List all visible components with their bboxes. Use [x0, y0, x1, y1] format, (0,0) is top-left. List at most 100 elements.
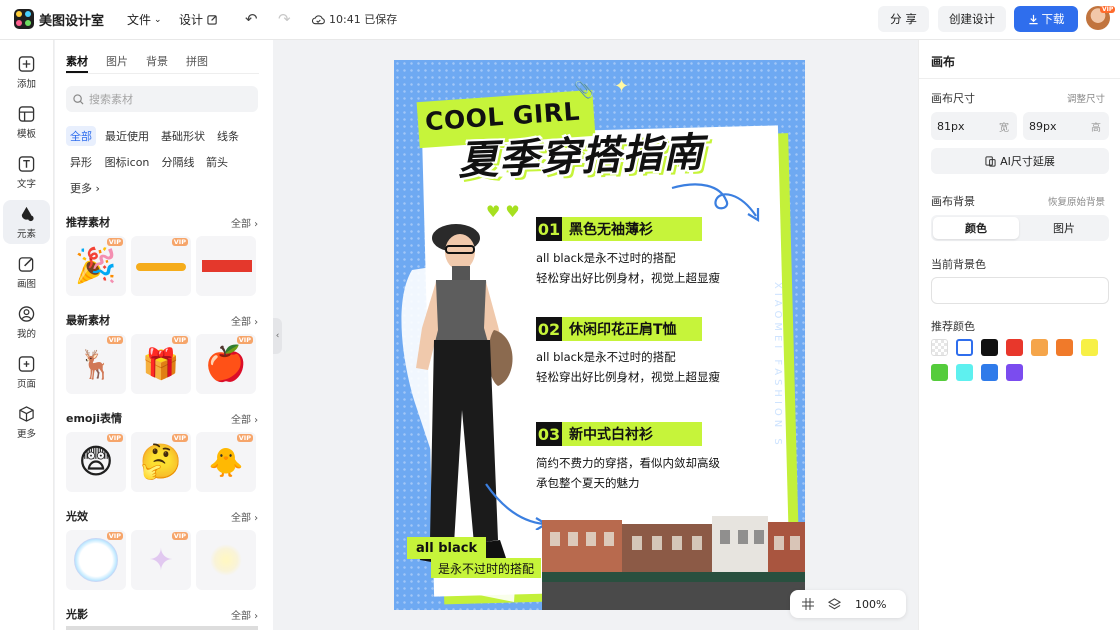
nav-label: 更多 — [16, 428, 36, 440]
bg-type-toggle: 颜色 图片 — [931, 215, 1109, 241]
section-all-link[interactable]: 全部 › — [231, 313, 258, 328]
swatch-transparent[interactable] — [931, 339, 948, 356]
template-icon — [18, 105, 35, 122]
share-button[interactable]: 分 享 — [878, 6, 929, 32]
chip-arrow[interactable]: 箭头 — [203, 152, 231, 172]
vertical-brand-text: XIAOMEI FASHION S — [772, 282, 783, 449]
material-thumb-thinking-emoji[interactable]: 🤔 VIP — [131, 432, 191, 492]
chip-basic-shape[interactable]: 基础形状 — [158, 126, 208, 146]
material-thumb-bubble[interactable]: VIP — [66, 530, 126, 590]
tab-collage[interactable]: 拼图 — [186, 53, 208, 69]
swatch-blue[interactable] — [981, 364, 998, 381]
chip-more-label: 更多 — [70, 182, 93, 195]
swatch-white[interactable] — [956, 339, 973, 356]
search-input[interactable]: 搜索素材 — [66, 86, 258, 112]
adjust-size-link[interactable]: 调整尺寸 — [1067, 91, 1105, 105]
swatch-red[interactable] — [1006, 339, 1023, 356]
app-logo[interactable]: 美图设计室 — [14, 9, 104, 29]
item-body[interactable]: 简约不费力的穿搭，看似内敛却高级 承包整个夏天的魅力 — [536, 453, 720, 493]
item-body[interactable]: all black是永不过时的搭配 轻松穿出好比例身材，视觉上超显瘦 — [536, 347, 720, 387]
layers-icon[interactable] — [828, 597, 841, 611]
nav-add[interactable]: 添加 — [3, 50, 50, 94]
section-all-link[interactable]: 全部 › — [231, 411, 258, 426]
height-field[interactable]: 89px 高 — [1023, 112, 1109, 140]
design-menu[interactable]: 设计 — [179, 11, 218, 28]
swatch-green[interactable] — [931, 364, 948, 381]
poster-canvas[interactable]: COOL GIRL 📎 ✦ 夏季穿搭指南 ♥ ♥ 01 黑色无袖薄衫 all b… — [394, 60, 805, 610]
section-title: emoji表情 — [66, 412, 123, 425]
recommend-color-label: 推荐颜色 — [931, 320, 975, 333]
section-all-link[interactable]: 全部 › — [231, 215, 258, 230]
swatch-black[interactable] — [981, 339, 998, 356]
download-button[interactable]: 下载 — [1014, 6, 1078, 32]
nav-text[interactable]: 文字 — [3, 150, 50, 194]
save-status-text: 10:41 已保存 — [329, 13, 398, 26]
item-heading[interactable]: 黑色无袖薄衫 — [562, 217, 702, 241]
vip-badge: VIP — [1100, 6, 1116, 13]
material-thumb-shocked-emoji[interactable]: 😨 VIP — [66, 432, 126, 492]
collapse-panel-button[interactable]: ‹ — [273, 318, 282, 354]
plus-square-icon — [18, 55, 35, 72]
bg-tab-color[interactable]: 颜色 — [933, 217, 1019, 239]
material-thumb-reindeer[interactable]: 🦌 VIP — [66, 334, 126, 394]
street-buildings-photo[interactable] — [542, 512, 805, 610]
section-all-link[interactable]: 全部 › — [231, 607, 258, 622]
poster-title[interactable]: 夏季穿搭指南 — [457, 120, 705, 187]
swatch-cyan[interactable] — [956, 364, 973, 381]
swatch-purple[interactable] — [1006, 364, 1023, 381]
grid-icon[interactable] — [802, 598, 814, 610]
swatch-orange[interactable] — [1056, 339, 1073, 356]
ai-extend-button[interactable]: AI尺寸延展 — [931, 148, 1109, 174]
chip-divider[interactable]: 分隔线 — [158, 152, 198, 172]
chip-all[interactable]: 全部 — [66, 126, 96, 146]
item-body[interactable]: all black是永不过时的搭配 轻松穿出好比例身材，视觉上超显瘦 — [536, 248, 720, 288]
file-menu[interactable]: 文件 ⌄ — [127, 11, 162, 28]
material-thumb-snow-globe[interactable]: 🎁 VIP — [131, 334, 191, 394]
tab-divider — [66, 73, 259, 74]
tag-subtitle[interactable]: 是永不过时的搭配 — [431, 558, 542, 578]
chip-more[interactable]: 更多 › — [66, 178, 104, 198]
nav-label: 文字 — [16, 178, 36, 190]
material-thumb-glow[interactable] — [196, 530, 256, 590]
material-thumb-yellow-stroke[interactable]: VIP — [131, 236, 191, 296]
redo-icon[interactable]: ↷ — [278, 10, 291, 28]
chip-icon[interactable]: 图标icon — [102, 152, 152, 172]
material-thumb-chick-emoji[interactable]: 🐥 VIP — [196, 432, 256, 492]
nav-more[interactable]: 更多 — [3, 400, 50, 444]
restore-bg-link[interactable]: 恢复原始背景 — [1048, 194, 1105, 208]
tab-material[interactable]: 素材 — [66, 53, 88, 69]
app-name: 美图设计室 — [39, 13, 105, 29]
bg-tab-image[interactable]: 图片 — [1021, 217, 1107, 239]
swatch-light-orange[interactable] — [1031, 339, 1048, 356]
all-label: 全部 — [231, 317, 251, 328]
chip-special-shape[interactable]: 异形 — [66, 152, 96, 172]
create-design-button[interactable]: 创建设计 — [938, 6, 1006, 32]
item-heading[interactable]: 新中式白衬衫 — [562, 422, 702, 446]
item-heading[interactable]: 休闲印花正肩T恤 — [562, 317, 702, 341]
material-thumb-apple[interactable]: 🍎 VIP — [196, 334, 256, 394]
material-thumb-red-rect[interactable] — [196, 236, 256, 296]
rainbow-bubble — [74, 538, 118, 582]
chip-line[interactable]: 线条 — [214, 126, 242, 146]
section-all-link[interactable]: 全部 › — [231, 509, 258, 524]
save-status: 10:41 已保存 — [312, 11, 397, 27]
chip-recent[interactable]: 最近使用 — [102, 126, 152, 146]
swatch-yellow[interactable] — [1081, 339, 1098, 356]
undo-icon[interactable]: ↶ — [245, 10, 258, 28]
nav-page[interactable]: 页面 — [3, 350, 50, 394]
nav-element[interactable]: 元素 — [3, 200, 50, 244]
material-thumb-sparkle[interactable]: ✦ VIP — [131, 530, 191, 590]
material-thumb-party-popper[interactable]: 🎉 VIP — [66, 236, 126, 296]
zoom-level[interactable]: 100% — [855, 598, 886, 611]
tab-background[interactable]: 背景 — [146, 53, 168, 69]
width-field[interactable]: 81px 宽 — [931, 112, 1017, 140]
tab-image[interactable]: 图片 — [106, 53, 128, 69]
nav-template[interactable]: 模板 — [3, 100, 50, 144]
current-bg-color-field[interactable] — [931, 277, 1109, 304]
design-menu-label: 设计 — [179, 13, 204, 27]
edit-icon — [207, 15, 217, 25]
tag-all-black[interactable]: all black — [407, 537, 487, 559]
nav-mine[interactable]: 我的 — [3, 300, 50, 344]
nav-draw[interactable]: 画图 — [3, 250, 50, 294]
section-title: 推荐素材 — [66, 216, 110, 229]
